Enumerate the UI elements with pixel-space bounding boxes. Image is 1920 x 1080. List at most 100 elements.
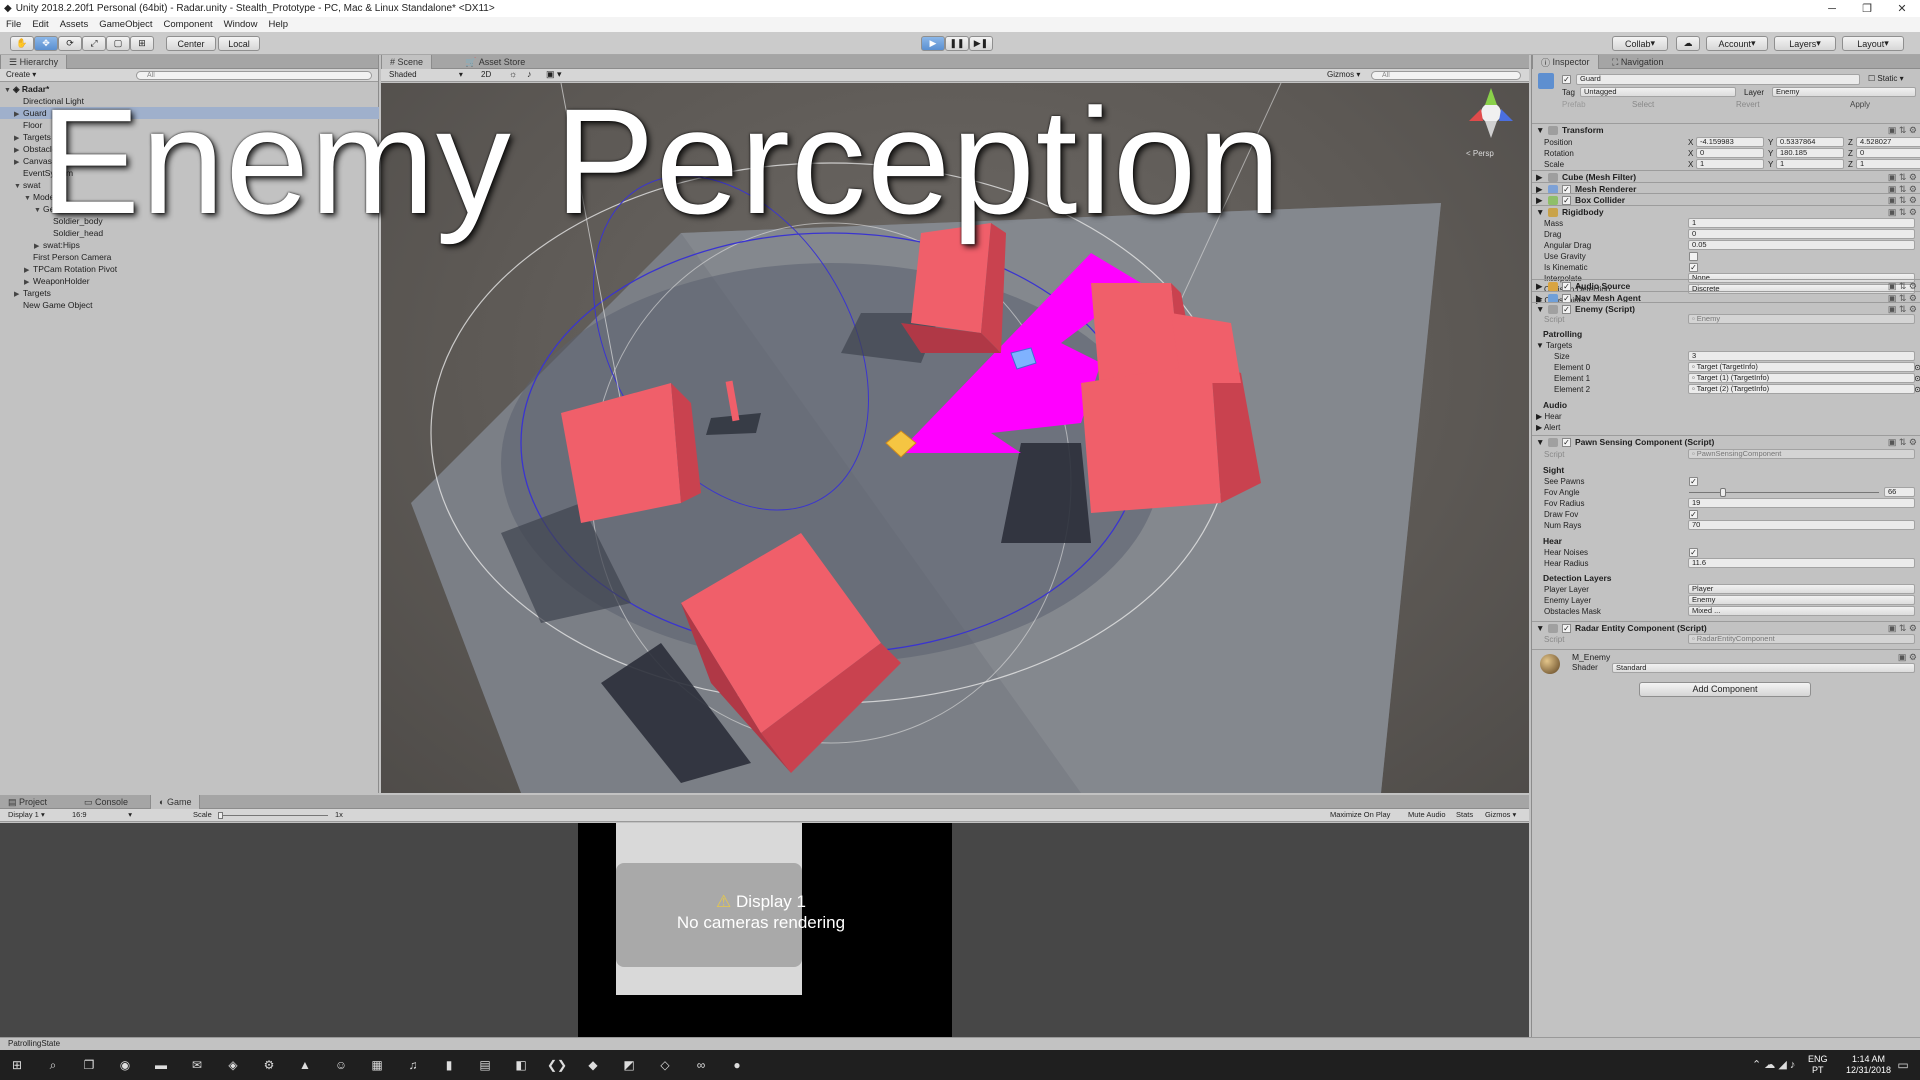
prefab-apply-button[interactable]: Apply <box>1850 100 1870 109</box>
pause-button[interactable]: ❚❚ <box>945 36 969 51</box>
add-component-button[interactable]: Add Component <box>1639 682 1811 697</box>
create-button[interactable]: Create ▾ <box>6 70 36 79</box>
minimize-icon[interactable]: ─ <box>1815 0 1849 17</box>
hierarchy-item[interactable]: New Game Object <box>0 299 379 311</box>
component-header[interactable]: ▶ ✓ Box Collider ▣ ⇅ ⚙ <box>1532 193 1920 205</box>
move-tool-icon[interactable]: ✥ <box>34 36 58 51</box>
tray-icons[interactable]: ⌃ ☁ ◢ ♪ <box>1752 1058 1795 1071</box>
tab-console[interactable]: ▭ Console <box>76 795 136 809</box>
enemy-layer-dropdown[interactable]: Enemy <box>1688 595 1915 605</box>
rigidbody-checkbox[interactable]: ✓ <box>1689 263 1698 272</box>
spotify-icon[interactable]: ♫ <box>404 1056 422 1074</box>
transform-z-field[interactable]: 0 <box>1856 148 1920 158</box>
see-pawns-checkbox[interactable]: ✓ <box>1689 477 1698 486</box>
tab-navigation[interactable]: ⛶ Navigation <box>1604 55 1671 69</box>
menu-gameobject[interactable]: GameObject <box>99 19 152 30</box>
scale-slider-thumb[interactable] <box>218 812 223 819</box>
component-header[interactable]: ▶ Cube (Mesh Filter) ▣ ⇅ ⚙ <box>1532 170 1920 182</box>
account-button[interactable]: Account ▾ <box>1706 36 1768 51</box>
transform-tool-icon[interactable]: ⊞ <box>130 36 154 51</box>
menu-help[interactable]: Help <box>268 19 288 30</box>
transform-y-field[interactable]: 1 <box>1776 159 1844 169</box>
play-button[interactable]: ▶ <box>921 36 945 51</box>
rigidbody-field[interactable]: 1 <box>1688 218 1915 228</box>
object-picker-icon[interactable]: ⊙ <box>1914 373 1920 384</box>
element-object-field[interactable]: ▫ Target (TargetInfo) <box>1688 362 1915 372</box>
transform-x-field[interactable]: 0 <box>1696 148 1764 158</box>
scene-search-input[interactable]: All <box>1371 71 1521 80</box>
maximize-on-play-toggle[interactable]: Maximize On Play <box>1330 810 1390 819</box>
app-icon-7[interactable]: ◆ <box>584 1056 602 1074</box>
audio-icon[interactable]: ♪ <box>527 69 532 79</box>
unity-taskbar-icon[interactable]: ◇ <box>656 1056 674 1074</box>
rect-tool-icon[interactable]: ▢ <box>106 36 130 51</box>
shader-dropdown[interactable]: Standard <box>1612 663 1915 673</box>
rigidbody-field[interactable]: 0 <box>1688 229 1915 239</box>
step-button[interactable]: ▶❚ <box>969 36 993 51</box>
tab-asset-store[interactable]: 🛒 Asset Store <box>457 55 533 69</box>
orientation-gizmo[interactable] <box>1469 88 1513 138</box>
component-settings-icon[interactable]: ▣ ⇅ ⚙ <box>1888 124 1917 136</box>
menu-file[interactable]: File <box>6 19 21 30</box>
object-picker-icon[interactable]: ⊙ <box>1914 362 1920 373</box>
menu-assets[interactable]: Assets <box>60 19 89 30</box>
effects-icon[interactable]: ▣ ▾ <box>546 69 562 80</box>
game-gizmos-dropdown[interactable]: Gizmos ▾ <box>1485 810 1516 819</box>
lighting-icon[interactable]: ☼ <box>509 69 517 79</box>
fov-angle-field[interactable]: 66 <box>1884 487 1915 497</box>
task-view-icon[interactable]: ❐ <box>80 1056 98 1074</box>
tab-hierarchy[interactable]: ☰ Hierarchy <box>0 55 68 69</box>
stats-toggle[interactable]: Stats <box>1456 810 1473 819</box>
scale-slider[interactable] <box>218 812 328 819</box>
cloud-icon[interactable]: ☁ <box>1676 36 1700 51</box>
hierarchy-item[interactable]: ▶ Targets <box>0 287 379 299</box>
menu-window[interactable]: Window <box>224 19 258 30</box>
app-icon-8[interactable]: ◩ <box>620 1056 638 1074</box>
app-icon-2[interactable]: ▲ <box>296 1056 314 1074</box>
notifications-icon[interactable]: ▭ <box>1894 1056 1912 1074</box>
pawn-sensing-component[interactable]: ▼ ✓ Pawn Sensing Component (Script) ▣ ⇅ ⚙ <box>1532 435 1920 448</box>
discord-icon[interactable]: ☺ <box>332 1056 350 1074</box>
vscode-icon[interactable]: ❮❯ <box>547 1056 567 1074</box>
rigidbody-checkbox[interactable] <box>1689 252 1698 261</box>
material-settings-icon[interactable]: ▣ ⚙ <box>1898 652 1917 663</box>
component-header[interactable]: ▼ ✓ Enemy (Script) ▣ ⇅ ⚙ <box>1532 302 1920 314</box>
component-enabled-checkbox[interactable]: ✓ <box>1562 305 1571 314</box>
display-dropdown[interactable]: Display 1 ▾ <box>8 810 45 819</box>
shading-dropdown[interactable]: Shaded ▾ <box>389 70 463 79</box>
player-layer-dropdown[interactable]: Player <box>1688 584 1915 594</box>
tab-game[interactable]: ◐ Game <box>150 795 201 809</box>
app-icon-9[interactable]: ● <box>728 1056 746 1074</box>
layout-button[interactable]: Layout ▾ <box>1842 36 1904 51</box>
app-icon-6[interactable]: ◧ <box>512 1056 530 1074</box>
object-name-field[interactable]: Guard <box>1576 74 1860 85</box>
size-field[interactable]: 3 <box>1688 351 1915 361</box>
start-icon[interactable]: ⊞ <box>8 1056 26 1074</box>
alert-foldout[interactable]: ▶ Alert <box>1532 422 1920 433</box>
material-section[interactable]: M_Enemy Shader Standard ▣ ⚙ <box>1532 649 1920 675</box>
hierarchy-item[interactable]: ▶ WeaponHolder <box>0 275 379 287</box>
clock[interactable]: 1:14 AM 12/31/2018 <box>1846 1054 1891 1076</box>
scale-tool-icon[interactable]: ⤢ <box>82 36 106 51</box>
pivot-local-button[interactable]: Local <box>218 36 260 51</box>
app-icon-4[interactable]: ▮ <box>440 1056 458 1074</box>
transform-x-field[interactable]: -4.159983 <box>1696 137 1764 147</box>
hear-noises-checkbox[interactable]: ✓ <box>1689 548 1698 557</box>
static-checkbox[interactable]: ☐ Static ▾ <box>1868 74 1904 83</box>
fov-radius-field[interactable]: 19 <box>1688 498 1915 508</box>
component-header[interactable]: ▶ ✓ Audio Source ▣ ⇅ ⚙ <box>1532 279 1920 291</box>
component-header[interactable]: ▶ ✓ Mesh Renderer ▣ ⇅ ⚙ <box>1532 181 1920 194</box>
radar-enabled-checkbox[interactable]: ✓ <box>1562 624 1571 633</box>
chrome-icon[interactable]: ◉ <box>116 1056 134 1074</box>
tab-inspector[interactable]: ⓘ Inspector <box>1532 55 1599 69</box>
close-icon[interactable]: ✕ <box>1885 0 1919 17</box>
hand-tool-icon[interactable]: ✋ <box>10 36 34 51</box>
element-object-field[interactable]: ▫ Target (1) (TargetInfo) <box>1688 373 1915 383</box>
rigidbody-field[interactable]: 0.05 <box>1688 240 1915 250</box>
object-picker-icon[interactable]: ⊙ <box>1914 384 1920 395</box>
layers-button[interactable]: Layers ▾ <box>1774 36 1836 51</box>
fov-angle-slider[interactable] <box>1689 488 1879 497</box>
obstacles-mask-dropdown[interactable]: Mixed ... <box>1688 606 1915 616</box>
radar-entity-component[interactable]: ▼ ✓ Radar Entity Component (Script) ▣ ⇅ ⚙ <box>1532 621 1920 634</box>
prefab-revert-button[interactable]: Revert <box>1736 100 1760 109</box>
